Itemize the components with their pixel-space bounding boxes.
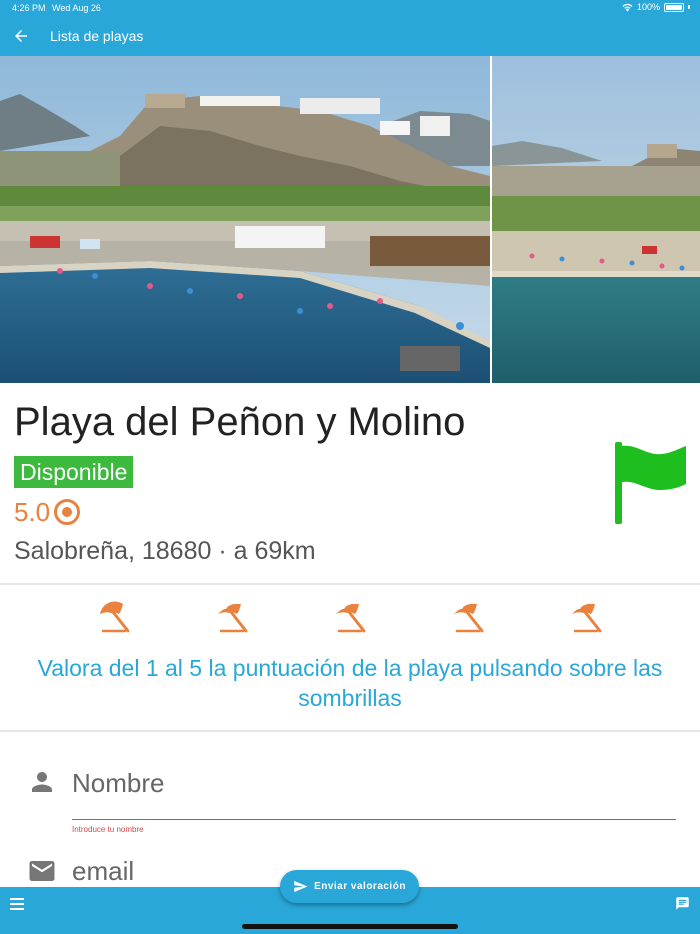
chat-icon[interactable]: [675, 896, 690, 911]
battery-percent: 100%: [636, 2, 660, 12]
beach-photo-main[interactable]: [0, 56, 490, 383]
beach-location: Salobreña, 18680 · a 69km: [14, 537, 316, 565]
app-bar: Lista de playas: [0, 16, 700, 56]
status-bar: 4:26 PM Wed Aug 26 100%: [0, 0, 700, 16]
status-date: Wed Aug 26: [52, 3, 101, 13]
send-rating-label: Enviar valoración: [314, 881, 406, 892]
divider: [0, 583, 700, 585]
photo-gallery[interactable]: [0, 56, 700, 383]
divider: [0, 730, 700, 732]
name-error: Introduce tu nombre: [72, 825, 144, 834]
name-input[interactable]: [72, 766, 672, 800]
arrow-left-icon[interactable]: [12, 27, 30, 45]
status-time: 4:26 PM: [12, 3, 46, 13]
green-flag-icon: [615, 442, 686, 524]
mail-icon: [25, 856, 59, 886]
umbrella-rating: [0, 600, 700, 636]
status-badge: Disponible: [14, 456, 134, 488]
beach-umbrella-icon[interactable]: [569, 600, 603, 634]
beach-umbrella-icon[interactable]: [451, 600, 485, 634]
beach-umbrella-icon[interactable]: [97, 600, 131, 634]
beach-name: Playa del Peñon y Molino: [14, 400, 466, 444]
battery-icon: [664, 2, 684, 12]
person-icon: [27, 767, 57, 797]
rating-help-text: Valora del 1 al 5 la puntuación de la pl…: [37, 655, 663, 711]
name-input-underline: [72, 819, 676, 820]
rating: 5.0: [14, 496, 81, 528]
beach-photo-secondary[interactable]: [492, 56, 700, 383]
send-rating-button[interactable]: Enviar valoración: [280, 870, 419, 903]
rating-circle-icon: [54, 499, 81, 525]
home-indicator[interactable]: [242, 924, 458, 929]
page-title: Lista de playas: [50, 28, 144, 44]
send-icon: [294, 880, 308, 893]
battery-tip: [688, 5, 690, 9]
beach-umbrella-icon[interactable]: [333, 600, 367, 634]
beach-umbrella-icon[interactable]: [215, 600, 249, 634]
rating-value: 5.0: [14, 496, 51, 527]
status-right: 100%: [622, 2, 690, 12]
menu-icon[interactable]: [10, 898, 24, 910]
wifi-icon: [622, 3, 633, 12]
